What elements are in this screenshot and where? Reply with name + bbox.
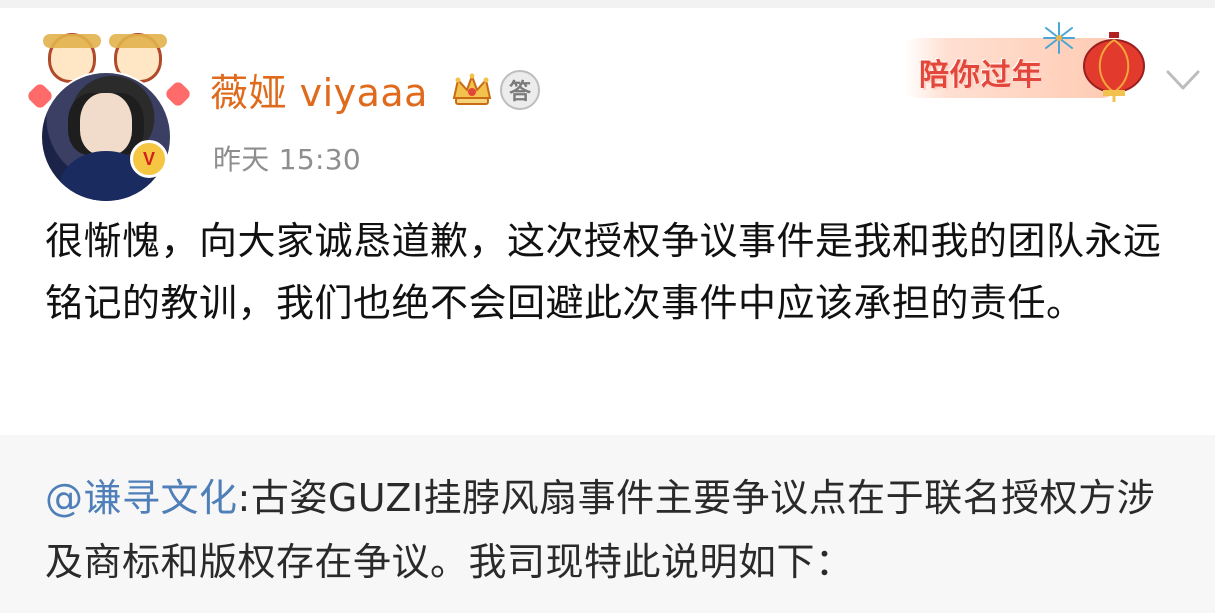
- post-time: 昨天 15:30: [213, 143, 361, 176]
- answer-badge-icon[interactable]: 答: [500, 70, 540, 110]
- top-divider: [0, 0, 1215, 8]
- username[interactable]: 薇娅 viyaaa: [210, 62, 428, 117]
- lantern-icon: [1083, 32, 1145, 102]
- repost-body: @谦寻文化:古姿GUZI挂脖风扇事件主要争议点在于联名授权方涉及商标和版权存在争…: [45, 466, 1185, 594]
- heart-decoration-icon: [163, 79, 193, 109]
- festival-badge[interactable]: 陪你过年: [905, 20, 1150, 115]
- chevron-down-icon[interactable]: [1164, 66, 1202, 94]
- avatar[interactable]: [42, 73, 170, 201]
- weibo-post-page: V 薇娅 viyaaa 答 昨天 15:30 陪你过年 很惭愧，向大家诚恳道歉，…: [0, 0, 1215, 613]
- crown-icon[interactable]: [450, 70, 494, 108]
- repost-mention-link[interactable]: @谦寻文化: [45, 476, 238, 520]
- festival-badge-text: 陪你过年: [919, 58, 1043, 93]
- avatar-face: [80, 93, 132, 155]
- firework-icon: [1043, 22, 1075, 54]
- avatar-with-frame[interactable]: V: [25, 28, 193, 201]
- post-body-text: 很惭愧，向大家诚恳道歉，这次授权争议事件是我和我的团队永远铭记的教训，我们也绝不…: [45, 219, 1162, 325]
- verified-badge-icon: V: [130, 140, 168, 178]
